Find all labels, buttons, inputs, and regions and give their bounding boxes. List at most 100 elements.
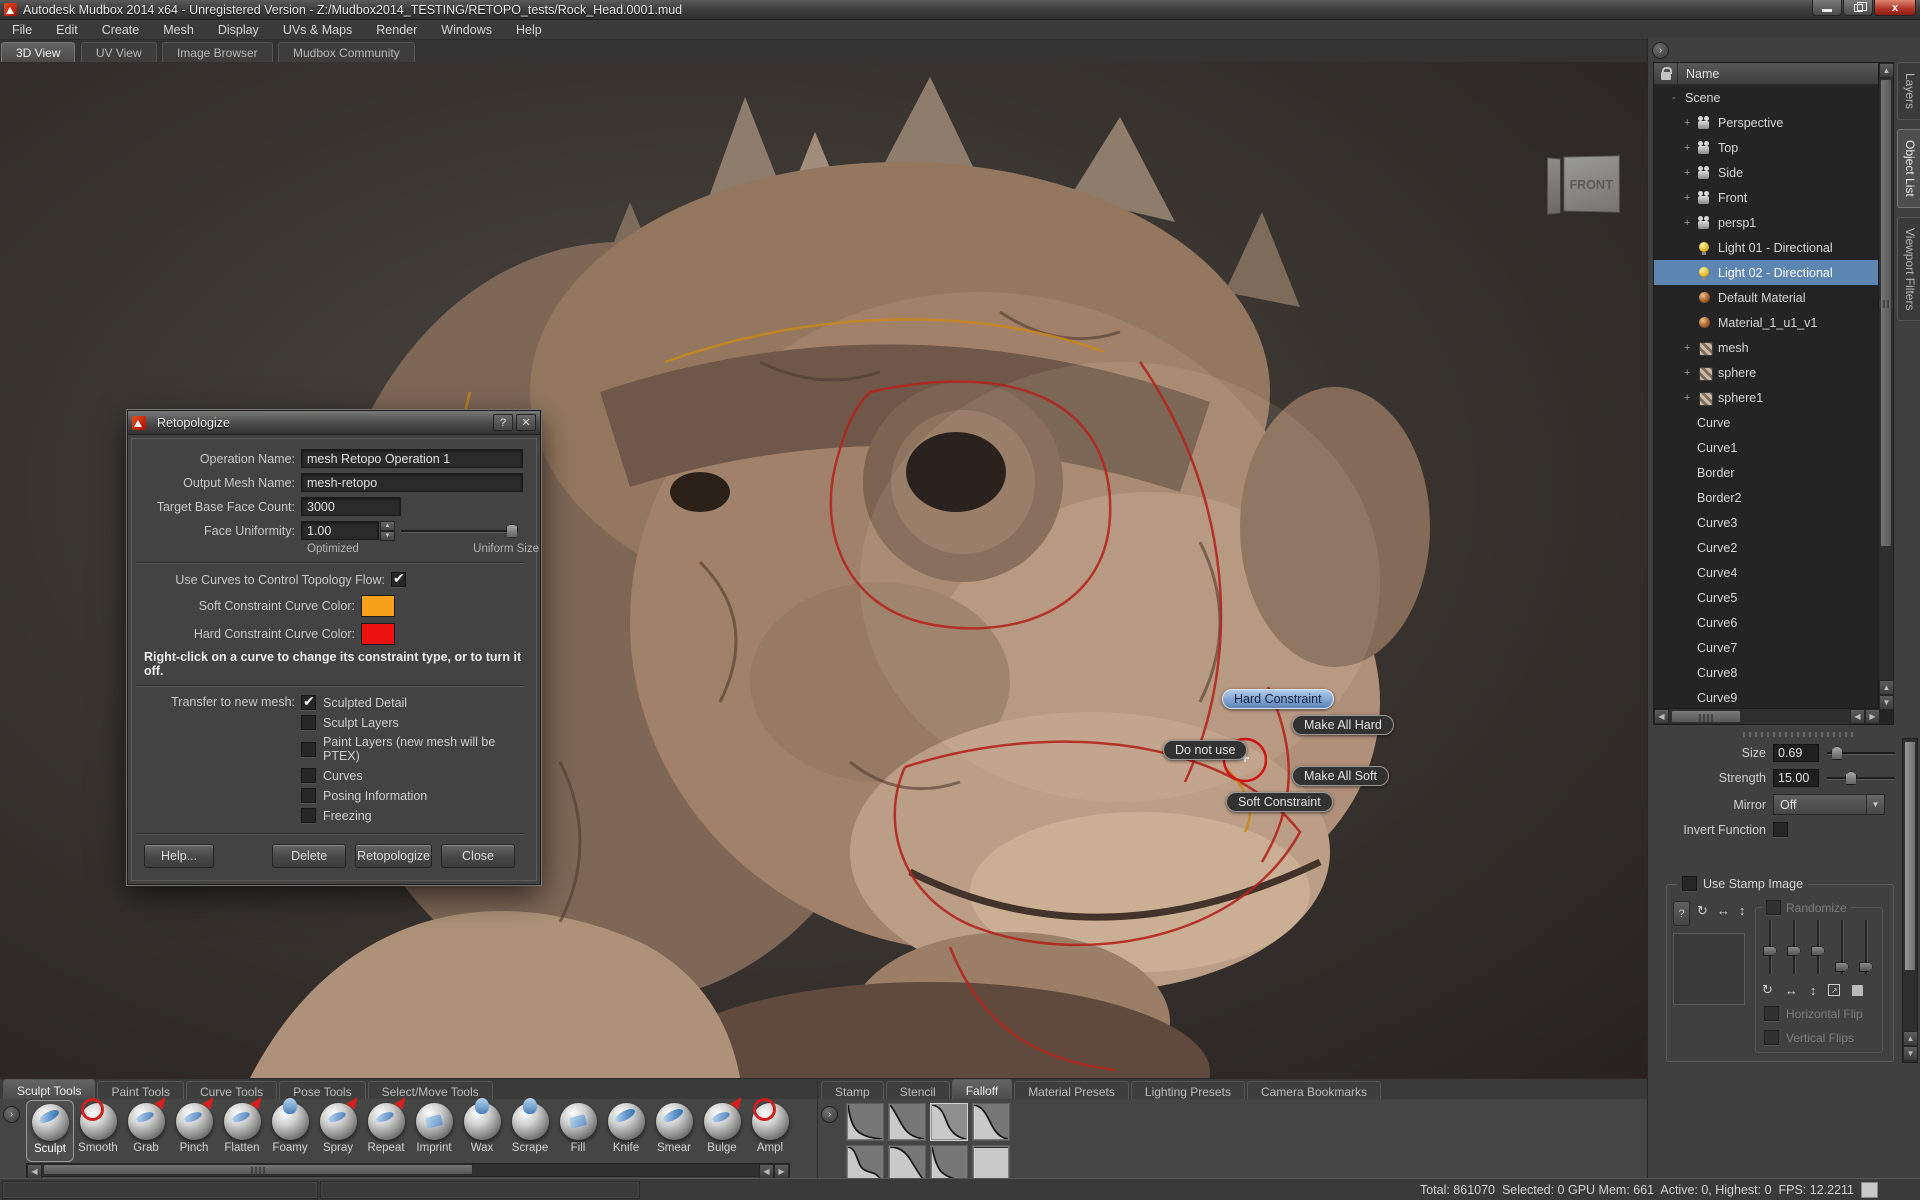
dialog-close-button[interactable]: ✕ bbox=[516, 414, 536, 431]
menu-item[interactable]: Windows bbox=[429, 21, 504, 39]
context-menu-item[interactable]: Make All Soft bbox=[1292, 766, 1389, 786]
tree-row[interactable]: + Side bbox=[1654, 160, 1880, 185]
view-cube-front-face[interactable]: FRONT bbox=[1564, 155, 1620, 212]
dialog-help-button[interactable]: ? bbox=[493, 414, 513, 431]
randomize-slider[interactable] bbox=[1788, 920, 1800, 974]
scroll-right-icon[interactable]: ▶ bbox=[1865, 709, 1880, 724]
minimize-button[interactable] bbox=[1812, 0, 1842, 16]
face-uniformity-slider[interactable] bbox=[401, 524, 518, 538]
face-uniformity-input[interactable]: 1.00 bbox=[301, 521, 379, 540]
menu-item[interactable]: File bbox=[0, 21, 44, 39]
falloff-preset[interactable] bbox=[972, 1103, 1010, 1141]
slider-handle[interactable] bbox=[1845, 771, 1857, 785]
transfer-option-checkbox[interactable] bbox=[301, 768, 316, 783]
preset-tray-tab[interactable]: Lighting Presets bbox=[1131, 1081, 1245, 1099]
scrollbar-thumb[interactable] bbox=[1880, 79, 1892, 547]
transfer-option-checkbox[interactable] bbox=[301, 788, 316, 803]
hard-constraint-color-swatch[interactable] bbox=[361, 623, 395, 645]
tree-row[interactable]: Curve4 bbox=[1654, 560, 1880, 585]
scroll-left-icon[interactable]: ◀ bbox=[27, 1164, 42, 1179]
tool-item[interactable]: Spray bbox=[314, 1100, 362, 1162]
randomize-slider[interactable] bbox=[1860, 920, 1872, 974]
tree-row[interactable]: + sphere1 bbox=[1654, 385, 1880, 410]
tree-row[interactable]: Curve6 bbox=[1654, 610, 1880, 635]
tree-row[interactable]: Border bbox=[1654, 460, 1880, 485]
tray-expander-button[interactable]: › bbox=[3, 1106, 20, 1123]
tool-tray-tab[interactable]: Paint Tools bbox=[97, 1081, 183, 1099]
dialog-title-bar[interactable]: Retopologize ? ✕ bbox=[128, 411, 540, 435]
randomize-slider[interactable] bbox=[1812, 920, 1824, 974]
object-list-header[interactable]: Name bbox=[1654, 63, 1880, 85]
randomize-slider[interactable] bbox=[1836, 920, 1848, 974]
preset-tray-tab[interactable]: Material Presets bbox=[1014, 1081, 1129, 1099]
title-bar[interactable]: Autodesk Mudbox 2014 x64 - Unregistered … bbox=[0, 0, 1920, 20]
scrollbar-thumb[interactable] bbox=[43, 1164, 473, 1175]
restore-button[interactable] bbox=[1843, 0, 1873, 16]
scroll-down-icon[interactable]: ▼ bbox=[1903, 1046, 1918, 1061]
scroll-right-icon[interactable]: ▶ bbox=[774, 1164, 789, 1179]
vertical-flip-icon[interactable]: ↕ bbox=[1739, 903, 1746, 919]
tree-row[interactable]: Light 01 - Directional bbox=[1654, 235, 1880, 260]
tree-row[interactable]: Material_1_u1_v1 bbox=[1654, 310, 1880, 335]
panel-side-tab[interactable]: Viewport Filters bbox=[1897, 217, 1920, 321]
transfer-option-checkbox[interactable] bbox=[301, 715, 316, 730]
object-list-vertical-scrollbar[interactable]: ▲ ▲ ▼ bbox=[1878, 63, 1893, 710]
panel-side-tab[interactable]: Object List bbox=[1897, 129, 1920, 208]
panel-side-tab[interactable]: Layers bbox=[1897, 62, 1920, 120]
view-tab[interactable]: Mudbox Community bbox=[278, 42, 415, 62]
tool-item[interactable]: Sculpt bbox=[26, 1100, 74, 1162]
randomize-hmove-icon[interactable]: ↔ bbox=[1785, 983, 1798, 998]
operation-name-input[interactable]: mesh Retopo Operation 1 bbox=[301, 449, 523, 468]
tree-expander[interactable]: + bbox=[1684, 342, 1697, 354]
tool-item[interactable]: Smooth bbox=[74, 1100, 122, 1162]
size-input[interactable]: 0.69 bbox=[1773, 744, 1819, 762]
menu-item[interactable]: Edit bbox=[44, 21, 90, 39]
tool-item[interactable]: Grab bbox=[122, 1100, 170, 1162]
randomize-scale-icon[interactable]: ↗ bbox=[1828, 984, 1840, 996]
context-menu-item[interactable]: Hard Constraint bbox=[1222, 689, 1334, 709]
strength-slider[interactable] bbox=[1827, 771, 1895, 785]
tool-tray-tab[interactable]: Select/Move Tools bbox=[368, 1081, 493, 1099]
tool-item[interactable]: Pinch bbox=[170, 1100, 218, 1162]
view-cube[interactable]: FRONT bbox=[1540, 150, 1630, 220]
dialog-button[interactable]: Retopologize bbox=[355, 844, 432, 868]
scroll-left-icon[interactable]: ◀ bbox=[759, 1164, 774, 1179]
tool-tray-tab[interactable]: Curve Tools bbox=[186, 1081, 277, 1099]
tree-row[interactable]: + Perspective bbox=[1654, 110, 1880, 135]
menu-item[interactable]: Render bbox=[364, 21, 429, 39]
scroll-up-icon[interactable]: ▲ bbox=[1879, 680, 1894, 695]
face-uniformity-spinner[interactable]: ▲ ▼ bbox=[380, 521, 395, 540]
stamp-preview-box[interactable] bbox=[1673, 933, 1745, 1005]
falloff-preset[interactable] bbox=[846, 1103, 884, 1141]
tree-row[interactable]: Border2 bbox=[1654, 485, 1880, 510]
context-menu-item[interactable]: Soft Constraint bbox=[1226, 792, 1333, 812]
tree-row[interactable]: Curve3 bbox=[1654, 510, 1880, 535]
retopologize-dialog[interactable]: Retopologize ? ✕ Operation Name: mesh Re… bbox=[127, 410, 541, 885]
scrollbar-thumb[interactable] bbox=[1904, 741, 1916, 971]
tree-row[interactable]: + sphere bbox=[1654, 360, 1880, 385]
tool-item[interactable]: Wax bbox=[458, 1100, 506, 1162]
lock-column-header[interactable] bbox=[1654, 63, 1678, 85]
use-curves-checkbox[interactable] bbox=[391, 572, 406, 587]
tree-row[interactable]: Default Material bbox=[1654, 285, 1880, 310]
scroll-left-icon[interactable]: ◀ bbox=[1654, 709, 1669, 724]
view-tab[interactable]: 3D View bbox=[1, 42, 75, 62]
tool-item[interactable]: Imprint bbox=[410, 1100, 458, 1162]
scroll-down-icon[interactable]: ▼ bbox=[1879, 695, 1894, 710]
invert-function-checkbox[interactable] bbox=[1773, 822, 1788, 837]
preset-tray-tab[interactable]: Camera Bookmarks bbox=[1247, 1081, 1381, 1099]
scroll-left-icon[interactable]: ◀ bbox=[1850, 709, 1865, 724]
mirror-dropdown[interactable]: Off ▼ bbox=[1773, 794, 1885, 815]
output-mesh-name-input[interactable]: mesh-retopo bbox=[301, 473, 523, 492]
tree-expander[interactable]: + bbox=[1684, 142, 1697, 154]
tree-row[interactable]: + mesh bbox=[1654, 335, 1880, 360]
tree-row[interactable]: Curve5 bbox=[1654, 585, 1880, 610]
tree-expander[interactable]: + bbox=[1684, 117, 1697, 129]
vertical-flips-checkbox[interactable] bbox=[1764, 1030, 1779, 1045]
tree-row[interactable]: Curve1 bbox=[1654, 435, 1880, 460]
stamp-help-button[interactable]: ? bbox=[1673, 901, 1690, 926]
dialog-button[interactable]: Help... bbox=[144, 844, 214, 868]
randomize-checkbox[interactable] bbox=[1766, 900, 1781, 915]
horizontal-flip-icon[interactable]: ↔ bbox=[1717, 903, 1730, 919]
menu-item[interactable]: Display bbox=[206, 21, 271, 39]
